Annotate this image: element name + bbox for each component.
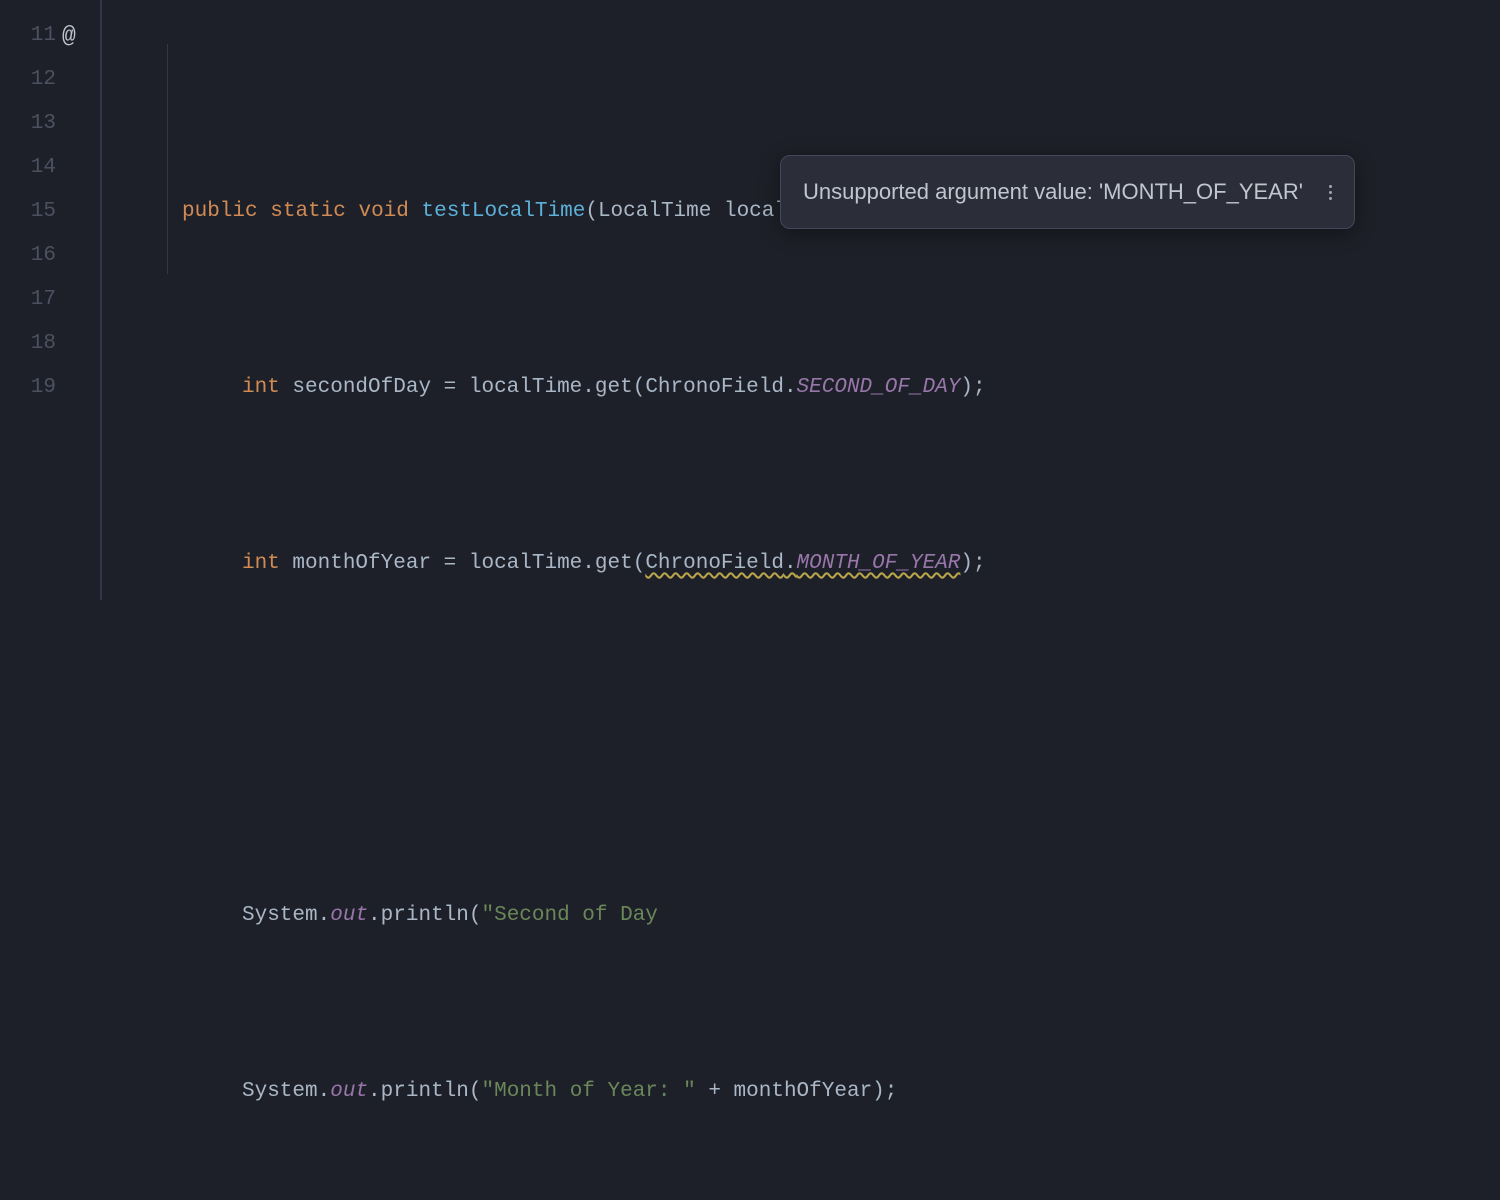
gutter-line: 15 bbox=[0, 190, 100, 234]
code-line-16[interactable]: System.out.println("Month of Year: " + m… bbox=[122, 1070, 1500, 1114]
method-call: get bbox=[595, 366, 633, 410]
code-area[interactable]: public static void testLocalTime(LocalTi… bbox=[100, 0, 1500, 600]
method-name: testLocalTime bbox=[422, 190, 586, 234]
line-number: 18 bbox=[31, 322, 56, 366]
class-ref-warned: ChronoField bbox=[645, 542, 784, 586]
code-editor[interactable]: 11 @ 12 13 14 15 16 17 18 19 public stat… bbox=[0, 0, 1500, 600]
string-literal: "Second of Day bbox=[481, 894, 657, 938]
plus: + bbox=[696, 1070, 734, 1114]
keyword-static: static bbox=[270, 190, 346, 234]
tooltip-message: Unsupported argument value: 'MONTH_OF_YE… bbox=[803, 170, 1303, 214]
inspection-tooltip[interactable]: Unsupported argument value: 'MONTH_OF_YE… bbox=[780, 155, 1355, 229]
enum-constant: SECOND_OF_DAY bbox=[797, 366, 961, 410]
gutter-line: 16 bbox=[0, 234, 100, 278]
line-number: 19 bbox=[31, 366, 56, 410]
method-println: println bbox=[381, 894, 469, 938]
code-line-15[interactable]: System.out.println("Second of Day bbox=[122, 894, 1500, 938]
keyword-int: int bbox=[242, 542, 280, 586]
identifier: localTime bbox=[469, 366, 582, 410]
line-number: 13 bbox=[31, 102, 56, 146]
indent-guide bbox=[167, 44, 168, 274]
gutter-line: 11 @ bbox=[0, 14, 100, 58]
identifier: localTime bbox=[469, 542, 582, 586]
line-number: 12 bbox=[31, 58, 56, 102]
code-line-14[interactable] bbox=[122, 718, 1500, 762]
method-println: println bbox=[381, 1070, 469, 1114]
gutter-line: 12 bbox=[0, 58, 100, 102]
equals: = bbox=[431, 366, 469, 410]
string-literal: "Month of Year: " bbox=[481, 1070, 695, 1114]
line-number: 11 bbox=[31, 14, 56, 58]
gutter-line: 17 bbox=[0, 278, 100, 322]
enum-constant-warned: MONTH_OF_YEAR bbox=[797, 542, 961, 586]
paren-semi: ); bbox=[960, 366, 985, 410]
param-type: LocalTime bbox=[598, 190, 711, 234]
keyword-void: void bbox=[358, 190, 408, 234]
code-line-13[interactable]: int monthOfYear = localTime.get(ChronoFi… bbox=[122, 542, 1500, 586]
class-system: System bbox=[242, 894, 318, 938]
line-number: 17 bbox=[31, 278, 56, 322]
gutter: 11 @ 12 13 14 15 16 17 18 19 bbox=[0, 0, 100, 600]
paren-open: ( bbox=[585, 190, 598, 234]
field-out: out bbox=[330, 1070, 368, 1114]
line-number: 16 bbox=[31, 234, 56, 278]
paren-semi: ); bbox=[960, 542, 985, 586]
gutter-line: 18 bbox=[0, 322, 100, 366]
keyword-public: public bbox=[182, 190, 258, 234]
var-name: secondOfDay bbox=[292, 366, 431, 410]
var-ref: monthOfYear bbox=[734, 1070, 873, 1114]
equals: = bbox=[431, 542, 469, 586]
method-call: get bbox=[595, 542, 633, 586]
class-ref: ChronoField bbox=[645, 366, 784, 410]
gutter-line: 14 bbox=[0, 146, 100, 190]
var-name: monthOfYear bbox=[292, 542, 431, 586]
gutter-line: 13 bbox=[0, 102, 100, 146]
line-number: 15 bbox=[31, 190, 56, 234]
field-out: out bbox=[330, 894, 368, 938]
more-actions-icon[interactable] bbox=[1323, 185, 1332, 200]
paren-semi: ); bbox=[872, 1070, 897, 1114]
gutter-line: 19 bbox=[0, 366, 100, 410]
override-gutter-icon[interactable]: @ bbox=[62, 14, 76, 58]
class-system: System bbox=[242, 1070, 318, 1114]
line-number: 14 bbox=[31, 146, 56, 190]
code-line-12[interactable]: int secondOfDay = localTime.get(ChronoFi… bbox=[122, 366, 1500, 410]
keyword-int: int bbox=[242, 366, 280, 410]
